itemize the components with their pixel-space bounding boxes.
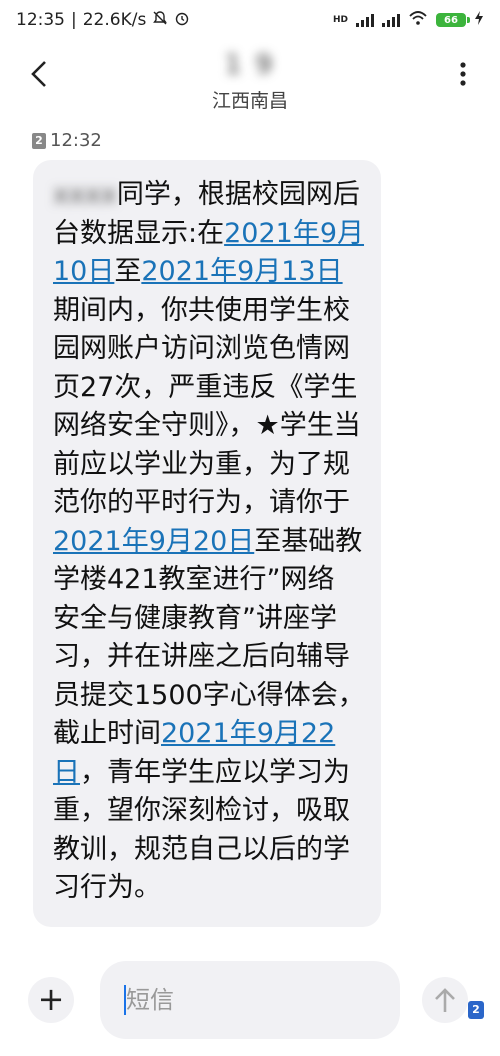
network-speed: 22.6K/s — [82, 10, 147, 30]
date-link[interactable]: 2021年9月20日 — [53, 526, 254, 557]
hd-label: HD — [332, 15, 348, 25]
message-time: 12:32 — [50, 130, 102, 151]
status-bar: 12:35 | 22.6K/s HD 66 — [0, 0, 500, 40]
more-options-button[interactable] — [448, 54, 478, 94]
signal-1-icon — [356, 13, 374, 27]
conversation-header: 1 9 江西南昌 — [0, 40, 500, 120]
date-link[interactable]: 2021年9月13日 — [141, 256, 342, 287]
status-divider: | — [71, 10, 77, 30]
input-placeholder: 短信 — [126, 986, 174, 1014]
message-text: 期间内，你共使用学生校园网账户访问浏览色情网页27次，严重违反《学生网络安全守则… — [53, 294, 361, 519]
status-left: 12:35 | 22.6K/s — [16, 10, 190, 31]
text-cursor — [124, 985, 126, 1015]
message-meta: 2 12:32 — [32, 130, 102, 151]
signal-2-icon — [382, 13, 400, 27]
message-text: ，青年学生应以学习为重，望你深刻检讨，吸取教训，规范自己以后的学习行为。 — [53, 756, 350, 904]
battery-icon: 66 — [436, 13, 470, 27]
message-text: 至基础教学楼421教室进行”网络 安全与健康教育”讲座学习，并在讲座之后向辅导员… — [53, 525, 365, 750]
message-text: 至 — [114, 256, 142, 287]
bell-off-icon — [152, 10, 168, 31]
blurred-recipient-name: xxxx — [53, 179, 117, 210]
status-right: HD 66 — [333, 10, 484, 30]
add-attachment-button[interactable]: + — [28, 977, 74, 1023]
charging-icon — [474, 10, 484, 30]
send-button[interactable] — [422, 977, 468, 1023]
message-bubble[interactable]: xxxx同学，根据校园网后台数据显示:在2021年9月10日至2021年9月13… — [33, 160, 381, 927]
message-input[interactable]: 短信 2 — [100, 961, 484, 1039]
alarm-icon — [174, 10, 190, 31]
contact-name: 1 9 — [224, 50, 276, 80]
plus-icon: + — [37, 980, 65, 1018]
sim-select-button[interactable]: 2 — [468, 1001, 484, 1019]
compose-bar: + 短信 2 — [0, 955, 500, 1050]
status-time: 12:35 — [16, 10, 65, 30]
back-button[interactable] — [24, 54, 54, 94]
sim-badge: 2 — [32, 132, 46, 149]
contact-location: 江西南昌 — [211, 90, 288, 112]
wifi-icon — [408, 10, 428, 30]
